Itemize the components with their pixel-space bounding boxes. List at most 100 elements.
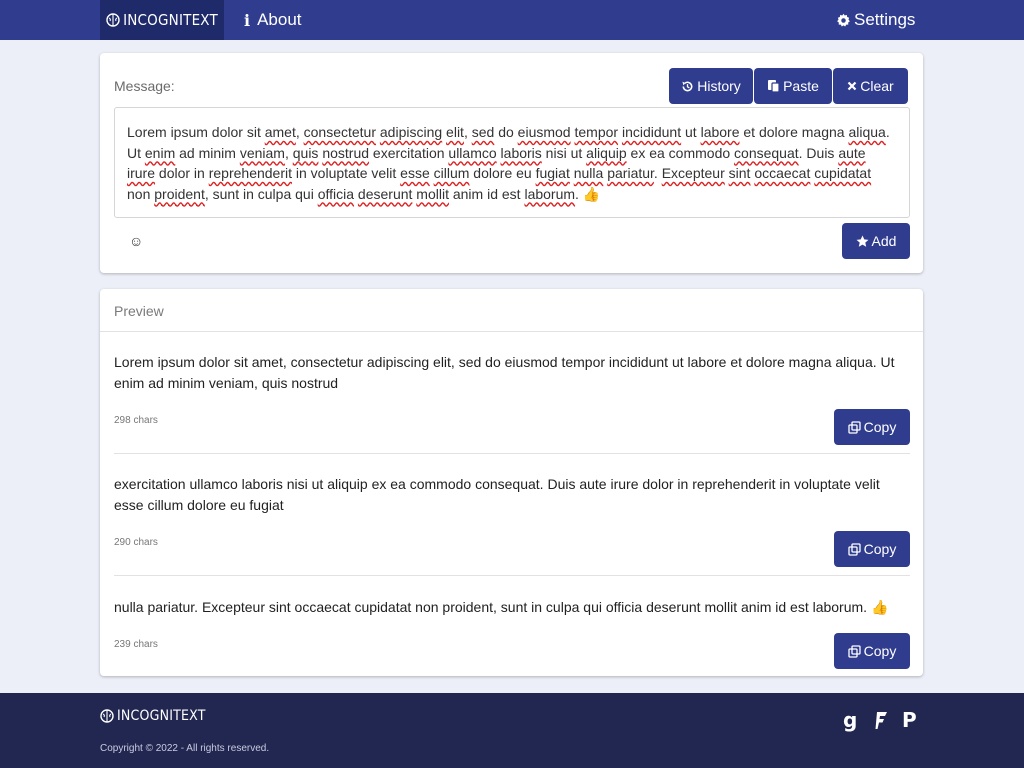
message-text-fragment: , sunt in culpa qui [204,185,318,202]
misspelled-word: Excepteur [661,165,725,181]
misspelled-word: incididunt [621,124,682,140]
gear-icon [836,13,851,28]
footer-brand[interactable]: INCOGNITEXT [100,708,206,724]
emoji-picker-button[interactable]: ☺ [129,233,143,249]
copy-icon [848,420,861,434]
preview-item: nulla pariatur. Excepteur sint occaecat … [114,597,910,618]
misspelled-word: amet [264,124,296,140]
copyright-text: Copyright © 2022 - All rights reserved. [100,743,270,754]
copy-icon [848,542,861,556]
paste-icon [767,79,780,93]
misspelled-word: aute [838,144,866,161]
misspelled-word: cillum [433,165,470,181]
misspelled-word: consequat [734,144,799,161]
copy-icon [848,644,861,658]
copy-label: Copy [863,419,897,435]
divider [114,453,910,454]
misspelled-word: esse [400,165,430,181]
copy-label: Copy [863,541,897,557]
goodreads-icon[interactable]: g [843,710,857,730]
nav-settings-link[interactable]: Settings [836,0,915,40]
misspelled-word: sed [471,124,495,140]
message-text-fragment: , [284,144,293,161]
misspelled-word: quis [292,144,319,161]
divider [114,575,910,576]
preview-item-text: nulla pariatur. Excepteur sint occaecat … [114,599,889,615]
message-text-fragment: non [127,185,155,202]
history-button[interactable]: History [669,68,753,104]
message-text-fragment: Lorem ipsum dolor sit [127,124,265,140]
preview-item-text: Lorem ipsum dolor sit amet, consectetur … [114,354,895,391]
misspelled-word: officia [317,185,355,202]
message-text-fragment: . Duis [798,144,839,161]
misspelled-word: tempor [574,124,619,140]
copy-label: Copy [863,643,897,659]
preview-header: Preview [100,289,923,332]
misspelled-word: elit [446,124,464,140]
misspelled-word: adipiscing [379,124,443,140]
nav-about-label: About [257,10,302,29]
patreon-icon[interactable]: P [902,710,917,730]
misspelled-word: enim [144,144,176,161]
preview-title: Preview [114,303,164,319]
misspelled-word: fugiat [535,165,570,181]
nav-settings-label: Settings [854,10,916,29]
preview-item-text: exercitation ullamco laboris nisi ut ali… [114,476,880,513]
misspelled-word: labore [700,124,740,140]
add-label: Add [871,233,897,249]
history-label: History [697,78,741,94]
info-icon: i [244,10,251,30]
copy-button[interactable]: Copy [834,409,910,445]
message-text-fragment: ex ea commodo [626,144,735,161]
message-text-fragment: , [295,124,304,140]
misspelled-word: sint [728,165,751,181]
char-count: 239 chars [114,639,158,650]
misspelled-word: pariatur [607,165,654,181]
preview-item: exercitation ullamco laboris nisi ut ali… [114,474,910,516]
misspelled-word: laborum [524,185,576,202]
misspelled-word: deserunt [357,185,413,202]
message-text-fragment: exercitation [369,144,449,161]
misspelled-word: aliquip [586,144,627,161]
paste-label: Paste [783,78,819,94]
message-card: Message: History Paste Clear Lorem ipsum… [100,53,923,273]
footer-brand-name: INCOGNITEXT [117,708,206,724]
misspelled-word: laboris [500,144,542,161]
star-icon [856,235,869,248]
message-text-fragment: anim id est [448,185,525,202]
nav-about-link[interactable]: i About [244,0,302,40]
misspelled-word: occaecat [754,165,811,181]
misspelled-word: consectetur [303,124,376,140]
preview-card: Preview Lorem ipsum dolor sit amet, cons… [100,289,923,676]
char-count: 298 chars [114,415,158,426]
misspelled-word: nulla [573,165,604,181]
clear-button[interactable]: Clear [833,68,908,104]
message-text-fragment: ad minim [175,144,240,161]
copy-button[interactable]: Copy [834,633,910,669]
misspelled-word: reprehenderit [208,165,292,181]
misspelled-word: cupidatat [814,165,872,181]
message-text-fragment: dolore eu [469,165,536,181]
message-label: Message: [114,78,175,94]
misspelled-word: proident [154,185,205,202]
char-count: 290 chars [114,537,158,548]
flipboard-icon[interactable] [874,710,888,730]
paste-button[interactable]: Paste [754,68,832,104]
message-text-fragment: et dolore magna [739,124,849,140]
brand-logo-link[interactable]: INCOGNITEXT [100,0,224,40]
misspelled-word: ullamco [448,144,497,161]
message-textarea[interactable]: Lorem ipsum dolor sit amet, consectetur … [114,107,910,218]
message-text-fragment: nisi ut [541,144,587,161]
misspelled-word: veniam [239,144,285,161]
message-text-fragment: do [494,124,518,140]
misspelled-word: nostrud [322,144,370,161]
misspelled-word: mollit [416,185,449,202]
brand-name: INCOGNITEXT [123,11,218,29]
preview-item: Lorem ipsum dolor sit amet, consectetur … [114,352,910,394]
message-text-fragment: dolor in [155,165,209,181]
copy-button[interactable]: Copy [834,531,910,567]
misspelled-word: aliqua [848,124,886,140]
navbar: INCOGNITEXT i About Settings [0,0,1024,40]
add-button[interactable]: Add [842,223,910,259]
message-text-fragment: . 👍 [575,185,601,202]
